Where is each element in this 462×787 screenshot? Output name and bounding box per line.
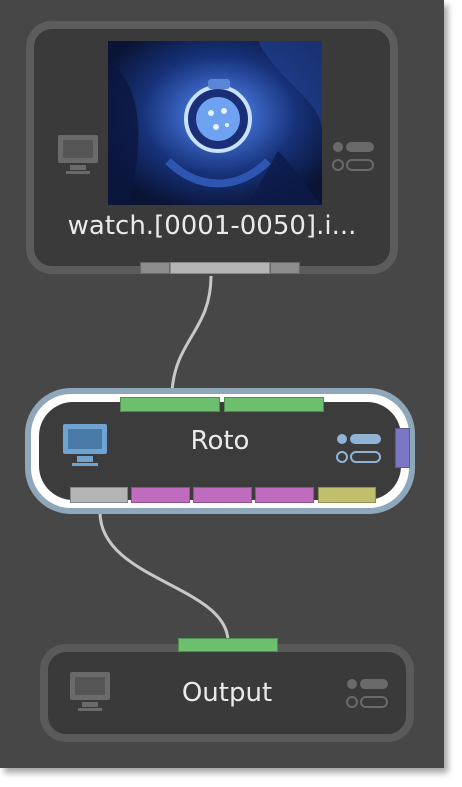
image-thumbnail (108, 41, 322, 205)
output-port[interactable] (170, 262, 270, 274)
wire-source-to-roto (170, 275, 213, 393)
source-node[interactable]: watch.[0001-0050].i... (26, 21, 398, 274)
output-port[interactable] (131, 487, 190, 503)
output-port[interactable] (70, 487, 128, 503)
options-list-icon[interactable] (335, 430, 383, 470)
output-port[interactable] (193, 487, 252, 503)
options-list-icon[interactable] (332, 139, 376, 177)
node-graph-canvas[interactable]: watch.[0001-0050].i... Roto Output (0, 0, 444, 768)
output-node[interactable]: Output (40, 644, 414, 742)
options-list-icon[interactable] (346, 676, 390, 714)
input-port[interactable] (178, 638, 278, 652)
node-title: watch.[0001-0050].i... (67, 211, 357, 241)
side-port[interactable] (395, 428, 410, 468)
monitor-icon[interactable] (56, 133, 100, 181)
roto-node-body: Roto (39, 402, 401, 500)
output-port[interactable] (140, 262, 170, 274)
output-port[interactable] (255, 487, 314, 503)
input-port[interactable] (120, 397, 220, 412)
output-port[interactable] (318, 487, 376, 503)
wire-roto-to-output (98, 511, 230, 641)
output-port[interactable] (270, 262, 300, 274)
input-port[interactable] (224, 397, 324, 412)
